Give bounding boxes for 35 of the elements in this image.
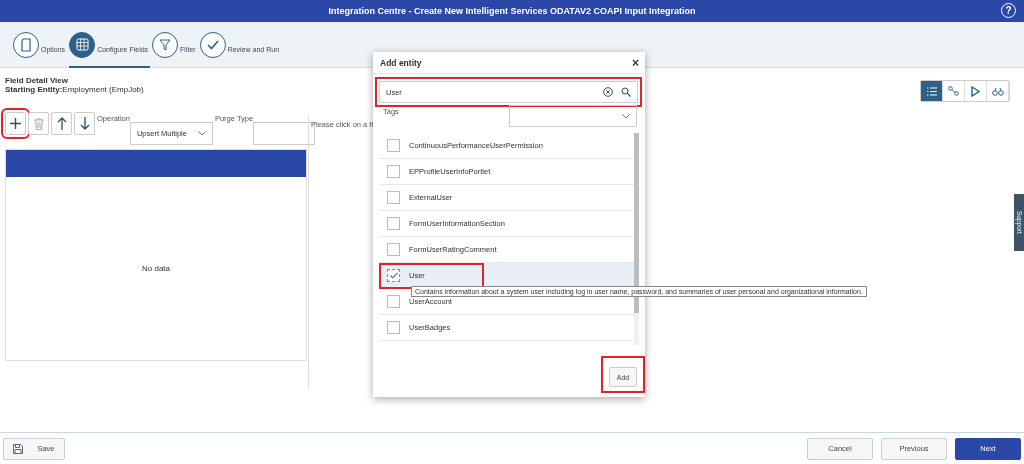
checkbox[interactable]: [387, 139, 400, 152]
empty-message: No data: [142, 264, 170, 273]
move-down-button[interactable]: [74, 112, 95, 135]
floppy-icon: [13, 443, 24, 454]
section-title: Field Detail View: [5, 76, 68, 85]
move-up-button[interactable]: [51, 112, 72, 135]
chevron-down-icon: [622, 113, 630, 119]
starting-entity-text: Starting Entity:Employment (EmpJob): [5, 85, 144, 94]
chevron-down-icon: [197, 131, 206, 136]
plus-icon: [10, 118, 21, 129]
checkbox[interactable]: [387, 165, 400, 178]
dialog-title: Add entity: [380, 57, 422, 68]
play-icon: [971, 85, 980, 97]
checkmark-icon: [206, 39, 219, 50]
checkbox[interactable]: [387, 243, 400, 256]
arrow-down-icon: [79, 117, 90, 130]
filter-icon: [159, 38, 172, 51]
search-icon[interactable]: [621, 87, 631, 97]
checkbox[interactable]: [387, 321, 400, 334]
tags-select[interactable]: [509, 105, 637, 127]
checkbox[interactable]: [387, 269, 400, 282]
arrow-up-icon: [56, 117, 67, 130]
checkbox[interactable]: [387, 217, 400, 230]
checkbox[interactable]: [387, 295, 400, 308]
checkbox[interactable]: [387, 191, 400, 204]
glasses-icon: [991, 86, 1004, 96]
grid-icon: [75, 38, 89, 51]
clear-icon[interactable]: [603, 87, 613, 97]
window-title: Integration Centre - Create New Intelligent Services ODATAV2 COAPI Input Integration: [328, 6, 696, 16]
view-button[interactable]: [921, 81, 943, 101]
trash-icon: [33, 117, 44, 130]
list-icon: [926, 86, 937, 96]
nodes-icon: [948, 86, 959, 96]
close-button[interactable]: ×: [632, 55, 639, 70]
document-icon: [20, 37, 32, 52]
